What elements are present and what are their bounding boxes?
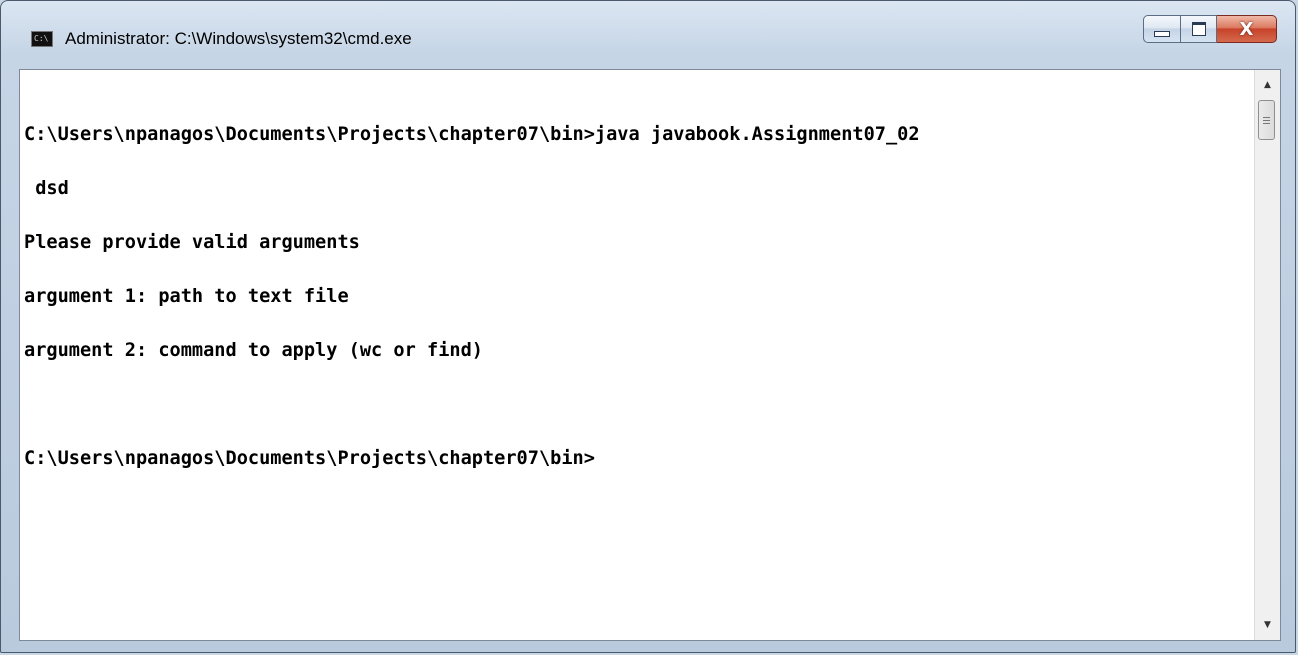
console-output[interactable]: C:\Users\npanagos\Documents\Projects\cha… xyxy=(20,70,1254,640)
close-button[interactable]: X xyxy=(1217,15,1277,43)
window-title: Administrator: C:\Windows\system32\cmd.e… xyxy=(65,29,412,48)
console-line: Please provide valid arguments xyxy=(24,232,360,253)
scroll-down-button[interactable]: ▼ xyxy=(1255,614,1280,636)
window-controls: X xyxy=(1143,15,1277,45)
vertical-scrollbar[interactable]: ▲ ▼ xyxy=(1254,70,1280,640)
console-app-icon[interactable]: C:\ xyxy=(31,31,53,47)
scroll-up-button[interactable]: ▲ xyxy=(1255,74,1280,96)
cmd-window: C:\ Administrator: C:\Windows\system32\c… xyxy=(0,0,1296,653)
scroll-down-arrow-icon: ▼ xyxy=(1264,620,1271,630)
console-line: C:\Users\npanagos\Documents\Projects\cha… xyxy=(24,124,920,145)
minimize-button[interactable] xyxy=(1143,15,1181,43)
maximize-button[interactable] xyxy=(1181,15,1217,43)
maximize-icon xyxy=(1191,22,1206,36)
scroll-thumb[interactable] xyxy=(1258,100,1275,140)
minimize-icon xyxy=(1154,31,1170,37)
grip-icon xyxy=(1263,116,1270,124)
title-bar[interactable]: C:\ Administrator: C:\Windows\system32\c… xyxy=(1,1,1295,65)
console-line: argument 1: path to text file xyxy=(24,286,349,307)
console-text: C:\Users\npanagos\Documents\Projects\cha… xyxy=(24,90,920,504)
console-line: argument 2: command to apply (wc or find… xyxy=(24,340,483,361)
close-icon: X xyxy=(1239,18,1254,40)
console-line: dsd xyxy=(24,178,69,199)
scroll-up-arrow-icon: ▲ xyxy=(1264,80,1271,90)
console-prompt-line: C:\Users\npanagos\Documents\Projects\cha… xyxy=(24,448,595,469)
console-frame: C:\Users\npanagos\Documents\Projects\cha… xyxy=(19,69,1281,641)
